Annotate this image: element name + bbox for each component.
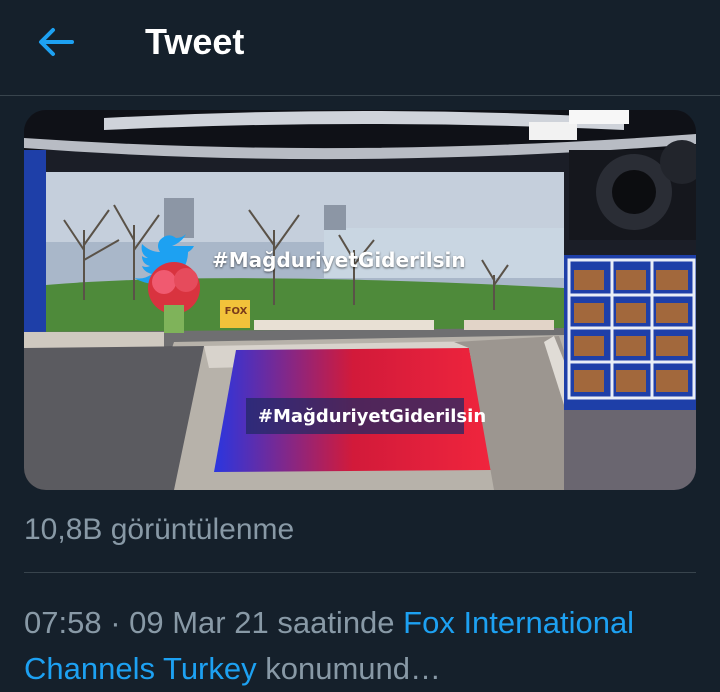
page-title: Tweet (145, 21, 245, 62)
arrow-left-icon (39, 28, 74, 56)
desk-hashtag: #MağduriyetGiderilsin (257, 405, 487, 427)
divider (24, 572, 696, 573)
meta-saatinde: saatinde (268, 605, 404, 640)
tweet-media-image[interactable]: #MağduriyetGiderilsin #MağduriyetGideril… (24, 110, 696, 490)
tweet-metadata: 07:58 · 09 Mar 21 saatinde Fox Internati… (24, 600, 704, 692)
screen-hashtag: #MağduriyetGiderilsin (212, 248, 466, 272)
tweet-time: 07:58 (24, 605, 102, 640)
meta-konumunda: konumund… (256, 651, 442, 686)
tweet-date: 09 Mar 21 (129, 605, 269, 640)
fox-logo: FOX (224, 306, 248, 317)
meta-separator: · (101, 605, 130, 640)
view-count: 10,8B görüntülenme (24, 513, 295, 546)
top-app-bar: Tweet (0, 0, 720, 96)
back-button[interactable] (30, 22, 82, 62)
